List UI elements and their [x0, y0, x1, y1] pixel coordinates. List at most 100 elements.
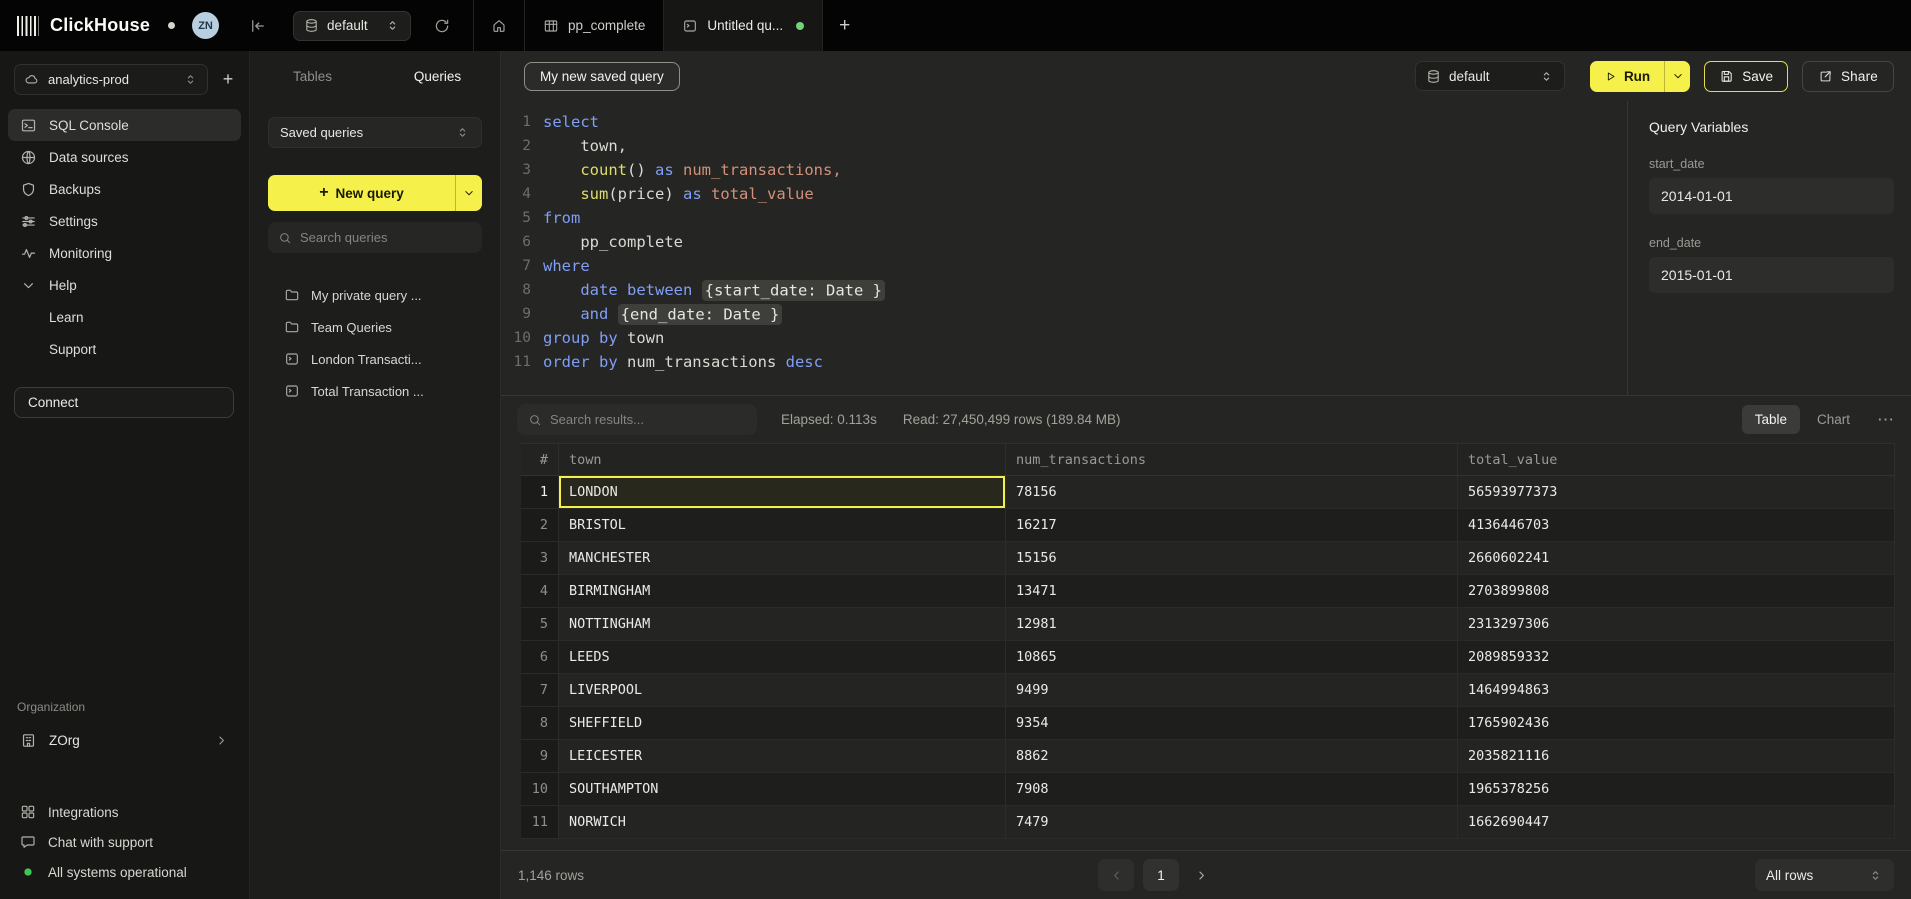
tab-untitled-query[interactable]: Untitled qu...: [663, 0, 823, 51]
service-selector[interactable]: analytics-prod: [14, 64, 208, 95]
end-date-input[interactable]: [1649, 257, 1894, 293]
view-chart-button[interactable]: Chart: [1804, 405, 1863, 434]
user-avatar[interactable]: ZN: [192, 12, 219, 39]
search-results-box[interactable]: [517, 404, 757, 435]
share-label: Share: [1841, 69, 1878, 84]
new-query-button[interactable]: + New query: [268, 175, 482, 211]
new-tab-button[interactable]: +: [823, 0, 866, 51]
cell-total-value[interactable]: 2313297306: [1458, 608, 1895, 641]
cell-total-value[interactable]: 1965378256: [1458, 773, 1895, 806]
sidebar-item-monitoring[interactable]: Monitoring: [8, 237, 241, 269]
cell-town[interactable]: LEEDS: [559, 641, 1006, 674]
saved-query-tab[interactable]: My new saved query: [524, 62, 680, 91]
sql-editor[interactable]: 1select2 town,3 count() as num_transacti…: [501, 101, 1627, 395]
sidebar-item-chat-with-support[interactable]: Chat with support: [8, 827, 241, 857]
start-date-input[interactable]: [1649, 178, 1894, 214]
saved-queries-selector[interactable]: Saved queries: [268, 117, 482, 148]
chat-icon: [20, 834, 36, 850]
sidebar-item-support[interactable]: Support: [8, 333, 241, 365]
search-queries-box[interactable]: [268, 222, 482, 253]
column-header-num-transactions[interactable]: num_transactions: [1006, 444, 1458, 475]
cell-num-transactions[interactable]: 15156: [1006, 542, 1458, 575]
cell-num-transactions[interactable]: 7908: [1006, 773, 1458, 806]
cell-total-value[interactable]: 2703899808: [1458, 575, 1895, 608]
cell-total-value[interactable]: 1765902436: [1458, 707, 1895, 740]
cell-total-value[interactable]: 1662690447: [1458, 806, 1895, 839]
cell-num-transactions[interactable]: 78156: [1006, 476, 1458, 509]
tab-home[interactable]: [473, 0, 524, 51]
sidebar-item-help[interactable]: Help: [8, 269, 241, 301]
refresh-icon[interactable]: [433, 17, 451, 35]
new-query-dropdown[interactable]: [455, 175, 482, 211]
chevron-left-icon: [1109, 868, 1124, 883]
sidebar-item-integrations[interactable]: Integrations: [8, 797, 241, 827]
cell-town[interactable]: SHEFFIELD: [559, 707, 1006, 740]
cell-total-value[interactable]: 56593977373: [1458, 476, 1895, 509]
cell-num-transactions[interactable]: 8862: [1006, 740, 1458, 773]
sidebar-item-settings[interactable]: Settings: [8, 205, 241, 237]
run-options-dropdown[interactable]: [1664, 61, 1690, 92]
column-header-total-value[interactable]: total_value: [1458, 444, 1895, 475]
run-main[interactable]: Run: [1590, 61, 1664, 92]
prev-page-button[interactable]: [1098, 859, 1134, 891]
cell-num-transactions[interactable]: 9499: [1006, 674, 1458, 707]
share-button[interactable]: Share: [1802, 61, 1894, 92]
cell-num-transactions[interactable]: 10865: [1006, 641, 1458, 674]
cell-num-transactions[interactable]: 9354: [1006, 707, 1458, 740]
query-item-label: My private query ...: [311, 288, 422, 303]
query-list-item-team-queries[interactable]: Team Queries: [258, 311, 492, 343]
sidebar-item-organization[interactable]: ZOrg: [8, 723, 241, 757]
tab-queries[interactable]: Queries: [375, 69, 500, 84]
cell-town[interactable]: NORWICH: [559, 806, 1006, 839]
query-list-item-my-private-query[interactable]: My private query ...: [258, 279, 492, 311]
save-button[interactable]: Save: [1704, 61, 1788, 92]
connect-button[interactable]: Connect: [14, 387, 234, 418]
code-text: pp_complete: [543, 230, 683, 254]
cell-total-value[interactable]: 1464994863: [1458, 674, 1895, 707]
cell-num-transactions[interactable]: 13471: [1006, 575, 1458, 608]
collapse-sidebar-icon[interactable]: [249, 17, 267, 35]
cell-town[interactable]: BRISTOL: [559, 509, 1006, 542]
column-header-town[interactable]: town: [559, 444, 1006, 475]
search-results-input[interactable]: [550, 412, 746, 427]
results-table: #townnum_transactionstotal_value 1LONDON…: [521, 443, 1895, 839]
query-list-item-london-transacti[interactable]: London Transacti...: [258, 343, 492, 375]
cell-town[interactable]: SOUTHAMPTON: [559, 773, 1006, 806]
cell-total-value[interactable]: 2035821116: [1458, 740, 1895, 773]
line-number: 5: [501, 206, 531, 230]
row-number: 2: [521, 509, 559, 542]
cell-total-value[interactable]: 2089859332: [1458, 641, 1895, 674]
cell-town[interactable]: LEICESTER: [559, 740, 1006, 773]
query-list-item-total-transaction[interactable]: Total Transaction ...: [258, 375, 492, 407]
cell-num-transactions[interactable]: 7479: [1006, 806, 1458, 839]
cell-town[interactable]: LONDON: [559, 476, 1006, 509]
cell-total-value[interactable]: 4136446703: [1458, 509, 1895, 542]
new-query-main[interactable]: + New query: [268, 175, 455, 211]
search-queries-input[interactable]: [300, 230, 472, 245]
query-database-selector[interactable]: default: [1415, 61, 1565, 91]
add-service-button[interactable]: +: [215, 67, 241, 93]
sidebar-item-data-sources[interactable]: Data sources: [8, 141, 241, 173]
sidebar-item-sql-console[interactable]: SQL Console: [8, 109, 241, 141]
page-size-selector[interactable]: All rows: [1755, 859, 1894, 891]
sidebar-item-backups[interactable]: Backups: [8, 173, 241, 205]
cell-town[interactable]: LIVERPOOL: [559, 674, 1006, 707]
topbar-database-selector[interactable]: default: [293, 11, 411, 41]
cell-town[interactable]: BIRMINGHAM: [559, 575, 1006, 608]
next-page-button[interactable]: [1188, 868, 1214, 883]
current-page[interactable]: 1: [1143, 859, 1179, 891]
cell-num-transactions[interactable]: 12981: [1006, 608, 1458, 641]
tab-pp-complete[interactable]: pp_complete: [524, 0, 663, 51]
cell-town[interactable]: NOTTINGHAM: [559, 608, 1006, 641]
sidebar-item-learn[interactable]: Learn: [8, 301, 241, 333]
column-header-row-number[interactable]: #: [521, 444, 559, 475]
cell-town[interactable]: MANCHESTER: [559, 542, 1006, 575]
sidebar-item-label: Chat with support: [48, 835, 153, 850]
tab-tables[interactable]: Tables: [250, 69, 375, 84]
run-button[interactable]: Run: [1590, 61, 1690, 92]
more-options-icon[interactable]: ⋯: [1877, 410, 1895, 430]
cell-num-transactions[interactable]: 16217: [1006, 509, 1458, 542]
sidebar-item-all-systems-operational[interactable]: All systems operational: [8, 857, 241, 887]
cell-total-value[interactable]: 2660602241: [1458, 542, 1895, 575]
view-table-button[interactable]: Table: [1742, 405, 1800, 434]
